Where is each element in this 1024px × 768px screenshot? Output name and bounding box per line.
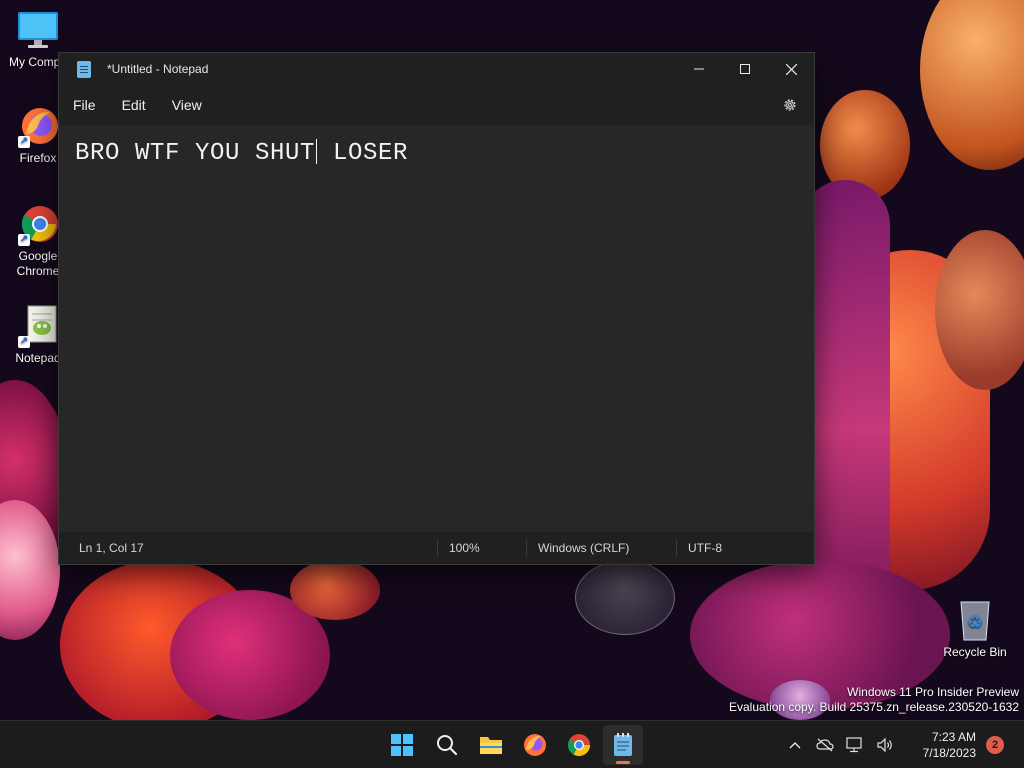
taskbar-notepad[interactable]	[603, 725, 643, 765]
close-button[interactable]	[768, 53, 814, 85]
onedrive-button[interactable]	[810, 730, 840, 760]
minimize-icon	[694, 68, 704, 70]
file-explorer-icon	[480, 737, 502, 754]
minimize-button[interactable]	[676, 53, 722, 85]
gear-icon	[784, 99, 796, 111]
notepad-plus-icon: ↗	[16, 304, 60, 348]
chrome-icon	[568, 734, 590, 756]
status-bar: Ln 1, Col 17 100% Windows (CRLF) UTF-8	[59, 532, 814, 564]
status-zoom[interactable]: 100%	[437, 540, 526, 556]
chevron-up-icon	[789, 742, 801, 749]
window-title: *Untitled - Notepad	[107, 62, 209, 76]
title-bar[interactable]: *Untitled - Notepad	[59, 53, 814, 85]
close-icon	[785, 63, 797, 75]
monitor-icon	[16, 8, 60, 52]
editor-text-after-caret: LOSER	[318, 140, 409, 167]
taskbar-search-button[interactable]	[427, 725, 467, 765]
volume-button[interactable]	[870, 730, 900, 760]
status-cursor-position: Ln 1, Col 17	[79, 541, 144, 555]
search-icon	[437, 735, 458, 756]
shortcut-arrow-icon: ↗	[18, 234, 30, 246]
network-button[interactable]	[840, 730, 870, 760]
firefox-icon: ↗	[16, 104, 60, 148]
editor-text-before-caret: BRO WTF YOU SHUT	[75, 140, 316, 167]
watermark-line-2: Evaluation copy. Build 25375.zn_release.…	[729, 700, 1019, 714]
start-icon	[391, 734, 413, 756]
system-tray: 7:23 AM 7/18/2023 2	[780, 721, 1024, 768]
status-line-ending[interactable]: Windows (CRLF)	[526, 540, 676, 556]
menu-bar: File Edit View	[59, 85, 814, 125]
taskbar-firefox[interactable]	[515, 725, 555, 765]
show-hidden-icons-button[interactable]	[780, 730, 810, 760]
notepad-icon	[77, 60, 91, 78]
clock-time: 7:23 AM	[931, 730, 976, 744]
taskbar-file-explorer[interactable]	[471, 725, 511, 765]
speaker-icon	[877, 737, 892, 753]
menu-file[interactable]: File	[63, 91, 106, 119]
clock-date: 7/18/2023	[922, 746, 976, 760]
notepad-window[interactable]: *Untitled - Notepad File Edit View BRO W…	[58, 52, 815, 565]
text-editor[interactable]: BRO WTF YOU SHUT LOSER	[59, 125, 814, 532]
menu-view[interactable]: View	[162, 91, 212, 119]
shortcut-arrow-icon: ↗	[18, 136, 30, 148]
cloud-offline-icon	[816, 738, 834, 752]
taskbar: 7:23 AM 7/18/2023 2	[0, 720, 1024, 768]
chrome-icon: ↗	[16, 202, 60, 246]
svg-text:♻: ♻	[967, 612, 983, 633]
active-app-indicator	[616, 761, 630, 764]
status-encoding[interactable]: UTF-8	[676, 540, 814, 556]
shortcut-arrow-icon: ↗	[18, 336, 30, 348]
notepad-icon	[614, 733, 632, 756]
text-caret	[316, 139, 318, 164]
clock[interactable]: 7:23 AM 7/18/2023	[904, 729, 976, 761]
recycle-bin-icon: ♻	[953, 598, 997, 642]
maximize-icon	[740, 64, 750, 74]
editor-content[interactable]: BRO WTF YOU SHUT LOSER	[75, 139, 409, 167]
menu-edit[interactable]: Edit	[112, 91, 156, 119]
desktop-icon-label: Recycle Bin	[943, 645, 1007, 659]
settings-button[interactable]	[778, 93, 802, 117]
watermark-line-1: Windows 11 Pro Insider Preview	[847, 685, 1019, 699]
notification-badge[interactable]: 2	[986, 736, 1004, 754]
firefox-icon	[524, 734, 546, 756]
start-button[interactable]	[382, 725, 422, 765]
evaluation-watermark: Windows 11 Pro Insider Preview Evaluatio…	[729, 685, 1019, 715]
taskbar-chrome[interactable]	[559, 725, 599, 765]
maximize-button[interactable]	[722, 53, 768, 85]
desktop-icon-recycle-bin[interactable]: ♻ Recycle Bin	[937, 598, 1013, 660]
network-icon	[846, 737, 862, 753]
